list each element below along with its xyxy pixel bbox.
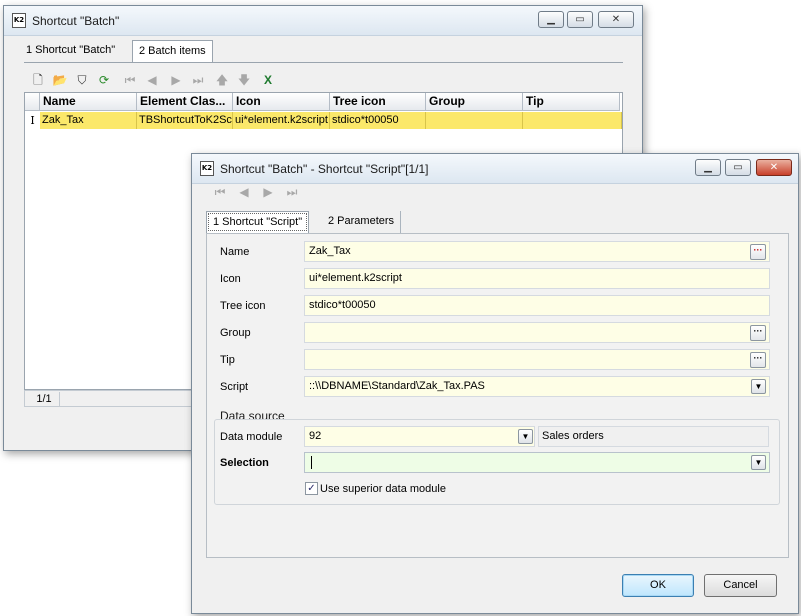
close-button[interactable]: ✕: [756, 159, 792, 176]
data-module-dropdown-chevron-icon[interactable]: ▼: [518, 429, 533, 444]
cancel-button[interactable]: Cancel: [704, 574, 777, 597]
close-button[interactable]: ✕: [598, 11, 634, 28]
cell-group[interactable]: [426, 112, 523, 129]
column-header-name[interactable]: Name: [40, 93, 137, 111]
tab-label: 2 Parameters: [328, 215, 395, 227]
first-record-icon[interactable]: ⏮: [212, 184, 228, 200]
last-record-icon[interactable]: ⏭: [284, 184, 300, 200]
tab-label: 1 Shortcut "Script": [213, 216, 303, 228]
selection-dropdown-chevron-icon[interactable]: ▼: [751, 455, 766, 470]
name-field[interactable]: Zak_Tax: [304, 241, 770, 262]
cell-icon[interactable]: ui*element.k2script: [233, 112, 330, 129]
icon-field[interactable]: ui*element.k2script: [304, 268, 770, 289]
minimize-button[interactable]: ▁: [538, 11, 564, 28]
tip-ellipsis-button[interactable]: ···: [750, 352, 766, 368]
tab-batch-items[interactable]: 2 Batch items: [132, 40, 213, 62]
use-superior-checkbox[interactable]: ✓: [305, 482, 318, 495]
grid-row-indicator-header: [25, 93, 40, 111]
data-module-field[interactable]: 92: [304, 426, 535, 447]
column-header-element-class[interactable]: Element Clas...: [137, 93, 233, 111]
column-header-icon[interactable]: Icon: [233, 93, 330, 111]
cell-tree-icon[interactable]: stdico*t00050: [330, 112, 426, 129]
data-module-name: Sales orders: [538, 426, 769, 447]
group-field[interactable]: [304, 322, 770, 343]
maximize-button[interactable]: ▭: [567, 11, 593, 28]
tab-parameters[interactable]: 2 Parameters: [322, 211, 402, 233]
tab-shortcut-script[interactable]: 1 Shortcut "Script": [206, 211, 310, 233]
tree-icon-field[interactable]: stdico*t00050: [304, 295, 770, 316]
script-window: K2 Shortcut "Batch" - Shortcut "Script"[…: [191, 153, 799, 614]
k2-app-icon: K2: [200, 161, 214, 176]
script-field[interactable]: ::\\DBNAME\Standard\Zak_Tax.PAS: [304, 376, 770, 397]
move-down-icon[interactable]: 🡇: [236, 72, 252, 88]
previous-record-icon[interactable]: ◀: [144, 72, 160, 88]
refresh-icon[interactable]: ⟳: [96, 72, 112, 88]
previous-record-icon[interactable]: ◀: [236, 184, 252, 200]
tip-label: Tip: [220, 354, 235, 366]
maximize-button[interactable]: ▭: [725, 159, 751, 176]
grid-toolbar: 🗋 📂 ⛉ ⟳ ⏮ ◀ ▶ ⏭ 🡅 🡇 X: [26, 72, 622, 90]
group-ellipsis-button[interactable]: ···: [750, 325, 766, 341]
script-dropdown-chevron-icon[interactable]: ▼: [751, 379, 766, 394]
selection-field[interactable]: [304, 452, 770, 473]
ok-button[interactable]: OK: [622, 574, 694, 597]
data-module-label: Data module: [220, 431, 283, 443]
selection-label: Selection: [220, 457, 269, 469]
open-folder-icon[interactable]: 📂: [52, 72, 68, 88]
next-record-icon[interactable]: ▶: [168, 72, 184, 88]
next-record-icon[interactable]: ▶: [260, 184, 276, 200]
tree-icon-label: Tree icon: [220, 300, 266, 312]
selection-text-cursor: [311, 456, 312, 469]
batch-titlebar[interactable]: K2 Shortcut "Batch" ▁ ▭ ✕: [4, 6, 642, 36]
script-window-title: Shortcut "Batch" - Shortcut "Script"[1/1…: [220, 162, 429, 176]
k2-app-icon: K2: [12, 13, 26, 28]
new-icon[interactable]: 🗋: [30, 72, 46, 88]
last-record-icon[interactable]: ⏭: [190, 72, 206, 88]
cell-element-class[interactable]: TBShortcutToK2Sc: [137, 112, 233, 129]
tab-shortcut-batch[interactable]: 1 Shortcut "Batch": [20, 40, 121, 62]
table-row[interactable]: I Zak_Tax TBShortcutToK2Sc ui*element.k2…: [25, 112, 622, 129]
tab-label: 1 Shortcut "Batch": [26, 44, 116, 56]
excel-export-icon[interactable]: X: [260, 72, 276, 88]
column-header-group[interactable]: Group: [426, 93, 523, 111]
script-label: Script: [220, 381, 249, 393]
cell-name[interactable]: Zak_Tax: [40, 112, 137, 129]
icon-label: Icon: [220, 273, 241, 285]
tab-panel-border: [24, 62, 623, 63]
record-counter: 1/1: [29, 392, 60, 406]
script-titlebar[interactable]: K2 Shortcut "Batch" - Shortcut "Script"[…: [192, 154, 798, 184]
filter-icon[interactable]: ⛉: [74, 72, 90, 88]
tab-label: 2 Batch items: [139, 45, 206, 57]
tip-field[interactable]: [304, 349, 770, 370]
cell-tip[interactable]: [523, 112, 622, 129]
name-ellipsis-button[interactable]: ···: [750, 244, 766, 260]
group-label: Group: [220, 327, 251, 339]
minimize-button[interactable]: ▁: [695, 159, 721, 176]
use-superior-label[interactable]: Use superior data module: [320, 483, 446, 495]
move-up-icon[interactable]: 🡅: [214, 72, 230, 88]
first-record-icon[interactable]: ⏮: [122, 72, 138, 88]
name-label: Name: [220, 246, 250, 258]
record-nav-toolbar: ⏮ ◀ ▶ ⏭: [208, 184, 328, 202]
row-indicator: I: [30, 114, 35, 127]
column-header-tip[interactable]: Tip: [523, 93, 620, 111]
column-header-tree-icon[interactable]: Tree icon: [330, 93, 426, 111]
batch-window-title: Shortcut "Batch": [32, 14, 120, 28]
